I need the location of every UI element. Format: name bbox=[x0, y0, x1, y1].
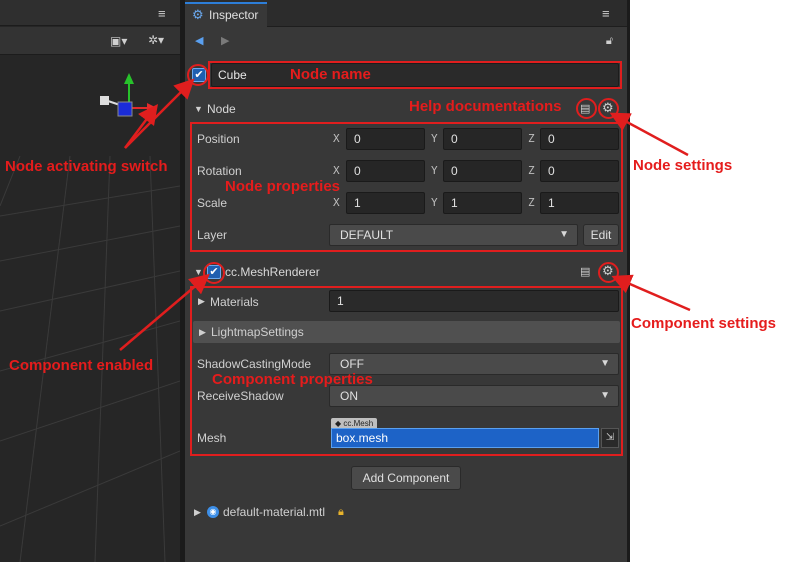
material-asset-name: default-material.mtl bbox=[223, 505, 326, 519]
panel-menu-icon[interactable]: ≡ bbox=[158, 7, 166, 20]
component-settings-highlight bbox=[598, 262, 619, 283]
scene-tab-bar: ≡ bbox=[0, 0, 180, 26]
tab-inspector-label: Inspector bbox=[209, 8, 259, 22]
tab-inspector[interactable]: ⚙ Inspector bbox=[185, 2, 267, 27]
material-globe-icon: ◉ bbox=[207, 506, 219, 518]
camera-icon[interactable]: ▣▾ bbox=[110, 34, 127, 48]
collapse-caret-icon[interactable]: ▼ bbox=[194, 98, 203, 120]
scene-viewport[interactable] bbox=[0, 56, 180, 562]
component-checkbox-highlight bbox=[203, 262, 225, 284]
inspector-gear-icon: ⚙ bbox=[192, 7, 204, 22]
node-name-highlight bbox=[208, 61, 622, 89]
forward-arrow-icon[interactable]: ▶ bbox=[221, 34, 229, 47]
component-title: cc.MeshRenderer bbox=[225, 265, 320, 279]
component-section-header[interactable]: ▼ cc.MeshRenderer ▤ ⚙ bbox=[185, 261, 627, 283]
unlock-icon[interactable]: 🔓︎ bbox=[606, 35, 613, 48]
node-checkbox-highlight bbox=[187, 64, 209, 86]
node-settings-highlight bbox=[598, 98, 619, 119]
inspector-tab-bar: ⚙ Inspector ≡ bbox=[185, 0, 627, 27]
editor-window: ≡ ▣▾ ✲▾ ⚙ Inspector ≡ ◀ ▶ 🔓︎ ✔ Cube ▼ No… bbox=[0, 0, 793, 562]
gear-icon[interactable]: ✲▾ bbox=[148, 33, 164, 47]
annotation-node-properties: Node properties bbox=[225, 178, 341, 195]
annotation-component-enabled: Component enabled bbox=[9, 357, 154, 374]
annotation-component-settings: Component settings bbox=[631, 315, 776, 332]
transform-gizmo-icon[interactable] bbox=[0, 56, 180, 562]
help-icon-highlight bbox=[576, 98, 597, 119]
annotation-node-settings: Node settings bbox=[633, 157, 733, 174]
material-asset-row[interactable]: ▶ ◉ default-material.mtl 🔒︎ bbox=[185, 502, 627, 522]
annotation-node-activating: Node activating switch bbox=[5, 158, 168, 175]
inspector-menu-icon[interactable]: ≡ bbox=[602, 7, 610, 20]
annotation-component-properties: Component properties bbox=[212, 371, 373, 388]
collapse-caret-icon[interactable]: ▼ bbox=[194, 261, 203, 283]
node-section-title: Node bbox=[207, 102, 236, 116]
inspector-right-border bbox=[627, 0, 630, 562]
asset-caret-icon[interactable]: ▶ bbox=[194, 502, 201, 522]
back-arrow-icon[interactable]: ◀ bbox=[195, 34, 203, 47]
add-component-button[interactable]: Add Component bbox=[351, 466, 461, 490]
component-help-book-icon[interactable]: ▤ bbox=[580, 265, 590, 279]
padlock-icon: 🔒︎ bbox=[338, 506, 344, 518]
annotation-node-name: Node name bbox=[290, 66, 371, 83]
annotation-help-docs: Help documentations bbox=[409, 98, 562, 115]
scene-toolbar: ▣▾ ✲▾ bbox=[0, 27, 180, 55]
scene-panel: ≡ ▣▾ ✲▾ bbox=[0, 0, 180, 562]
inspector-nav-bar: ◀ ▶ 🔓︎ bbox=[185, 28, 627, 54]
